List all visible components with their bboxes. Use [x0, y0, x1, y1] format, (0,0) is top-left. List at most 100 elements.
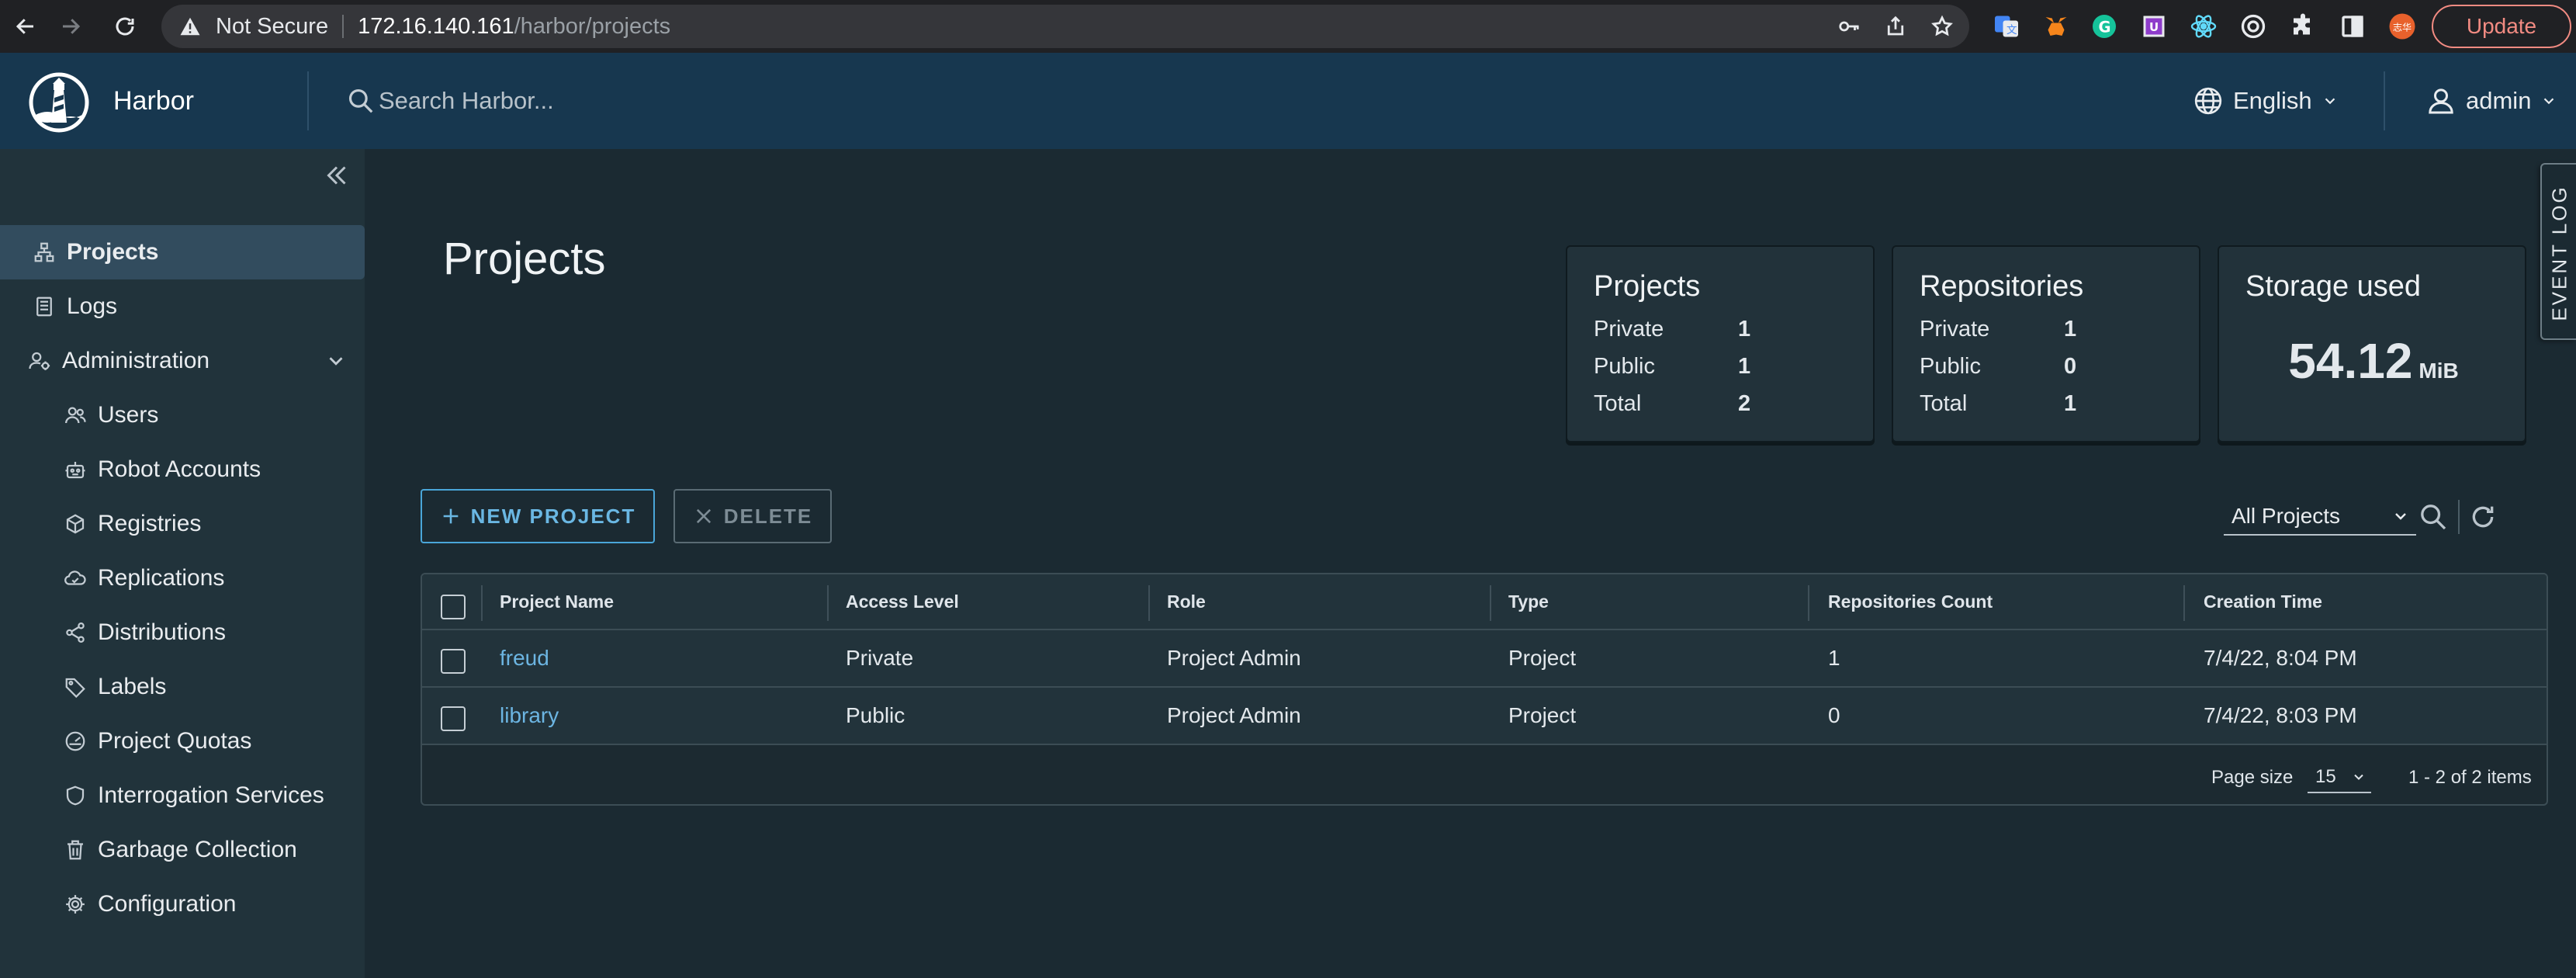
sidebar-item-project-quotas[interactable]: Project Quotas: [0, 714, 365, 768]
sidebar-item-projects[interactable]: Projects: [0, 225, 365, 279]
sidebar-item-configuration[interactable]: Configuration: [0, 877, 365, 931]
chevron-down-icon: [2544, 98, 2554, 105]
delete-button[interactable]: DELETE: [673, 489, 832, 543]
share-nodes-icon: [66, 623, 85, 643]
repositories-count-cell: 1: [1828, 646, 1840, 670]
global-search[interactable]: [346, 53, 844, 149]
arrow-left-icon: [16, 19, 33, 34]
row-checkbox[interactable]: [441, 706, 466, 731]
select-all-checkbox[interactable]: [441, 595, 466, 619]
side-panel-icon[interactable]: [2335, 9, 2370, 43]
reload-button[interactable]: [102, 0, 147, 53]
reload-icon: [116, 17, 134, 36]
column-header-type[interactable]: Type: [1508, 574, 1549, 629]
sidebar-item-garbage-collection[interactable]: Garbage Collection: [0, 823, 365, 877]
page-size-select[interactable]: 15: [2308, 762, 2371, 793]
public-count: 1: [1738, 354, 1751, 379]
grammarly-icon[interactable]: G: [2087, 9, 2121, 43]
url-path: /harbor/projects: [514, 13, 671, 39]
chevron-down-icon: [2325, 98, 2335, 105]
projects-table: Project Name Access Level Role Type Repo…: [421, 573, 2548, 806]
sidebar-item-label: Administration: [62, 348, 210, 373]
omnibox-divider: [342, 15, 345, 38]
column-header-creation-time[interactable]: Creation Time: [2204, 574, 2322, 629]
update-button[interactable]: Update: [2432, 5, 2571, 48]
sidebar-item-distributions[interactable]: Distributions: [0, 605, 365, 660]
search-icon[interactable]: [2418, 501, 2449, 532]
column-divider: [481, 585, 483, 621]
profile-initials: 志华: [2393, 22, 2412, 33]
project-filter-select[interactable]: All Projects: [2224, 498, 2416, 536]
shield-icon: [66, 786, 85, 806]
filter-selected-value: All Projects: [2231, 504, 2341, 528]
brand-name[interactable]: Harbor: [113, 53, 194, 149]
row-checkbox[interactable]: [441, 649, 466, 674]
google-translate-icon[interactable]: 文: [1989, 9, 2024, 43]
search-input[interactable]: [379, 87, 844, 115]
private-count: 1: [2064, 317, 2077, 342]
card-title: Projects: [1594, 270, 1701, 303]
sidebar-item-registries[interactable]: Registries: [0, 497, 365, 551]
collapse-sidebar-icon[interactable]: [323, 161, 351, 189]
sidebar-item-label: Replications: [98, 565, 225, 591]
sidebar-item-label: Garbage Collection: [98, 837, 297, 862]
puzzle-icon[interactable]: [2286, 9, 2320, 43]
column-header-access-level[interactable]: Access Level: [846, 574, 959, 629]
address-bar[interactable]: Not Secure 172.16.140.161 /harbor/projec…: [161, 5, 1969, 48]
table-footer: Page size 15 1 - 2 of 2 items: [422, 748, 2547, 804]
sidebar-item-logs[interactable]: Logs: [0, 279, 365, 334]
sidebar-item-robot-accounts[interactable]: Robot Accounts: [0, 442, 365, 497]
pagination-count: 1 - 2 of 2 items: [2408, 767, 2532, 788]
access-level-cell: Public: [846, 703, 905, 727]
metamask-icon[interactable]: [2039, 9, 2073, 43]
share-icon[interactable]: [1884, 15, 1907, 38]
column-header-role[interactable]: Role: [1167, 574, 1206, 629]
star-icon[interactable]: [1930, 15, 1954, 38]
page-title: Projects: [443, 234, 606, 284]
chevron-down-icon: [329, 357, 343, 366]
storage-number: 54.12: [2288, 333, 2413, 389]
storage-summary-card: Storage used 54.12 MiB: [2218, 245, 2526, 442]
event-log-label: EVENT LOG: [2547, 185, 2571, 321]
toolbar-divider: [2458, 500, 2460, 534]
language-selector[interactable]: English: [2193, 53, 2339, 149]
column-header-repositories-count[interactable]: Repositories Count: [1828, 574, 1993, 629]
project-name-link[interactable]: freud: [500, 630, 549, 686]
column-header-project-name[interactable]: Project Name: [500, 574, 614, 629]
sidebar-item-labels[interactable]: Labels: [0, 660, 365, 714]
ublock-icon[interactable]: U: [2137, 9, 2171, 43]
back-button[interactable]: [3, 0, 48, 53]
sidebar-item-label: Configuration: [98, 891, 237, 917]
sidebar-item-interrogation-services[interactable]: Interrogation Services: [0, 768, 365, 823]
card-title: Repositories: [1920, 270, 2084, 303]
user-menu[interactable]: admin: [2425, 53, 2557, 149]
search-icon: [348, 88, 373, 113]
extension-circle-icon[interactable]: [2236, 9, 2270, 43]
app-header: Harbor English admin: [0, 53, 2576, 149]
project-name-link[interactable]: library: [500, 688, 559, 744]
profile-avatar[interactable]: 志华: [2385, 9, 2419, 43]
public-label: Public: [1594, 354, 1655, 379]
table-row: freud Private Project Admin Project 1 7/…: [422, 630, 2547, 688]
chevron-down-icon: [2395, 513, 2406, 520]
sidebar-item-users[interactable]: Users: [0, 388, 365, 442]
header-divider: [2384, 71, 2385, 130]
plus-icon: [443, 508, 458, 524]
arrow-right-icon: [63, 19, 81, 34]
new-project-button[interactable]: NEW PROJECT: [421, 489, 655, 543]
column-divider: [1808, 585, 1809, 621]
refresh-icon[interactable]: [2467, 501, 2498, 532]
omnibox-actions: [1837, 5, 1954, 48]
react-devtools-icon[interactable]: [2186, 9, 2221, 43]
sidebar-item-administration[interactable]: Administration: [0, 334, 365, 388]
forward-button[interactable]: [48, 0, 93, 53]
creation-time-cell: 7/4/22, 8:04 PM: [2204, 646, 2357, 670]
storage-value: 54.12 MiB: [2219, 332, 2528, 390]
sidebar-item-replications[interactable]: Replications: [0, 551, 365, 605]
event-log-tab[interactable]: EVENT LOG: [2540, 163, 2576, 340]
sidebar-item-label: Distributions: [98, 619, 227, 645]
sidebar-item-label: Registries: [98, 511, 202, 536]
security-label: Not Secure: [216, 13, 329, 39]
key-icon[interactable]: [1837, 15, 1861, 38]
access-level-cell: Private: [846, 646, 914, 670]
